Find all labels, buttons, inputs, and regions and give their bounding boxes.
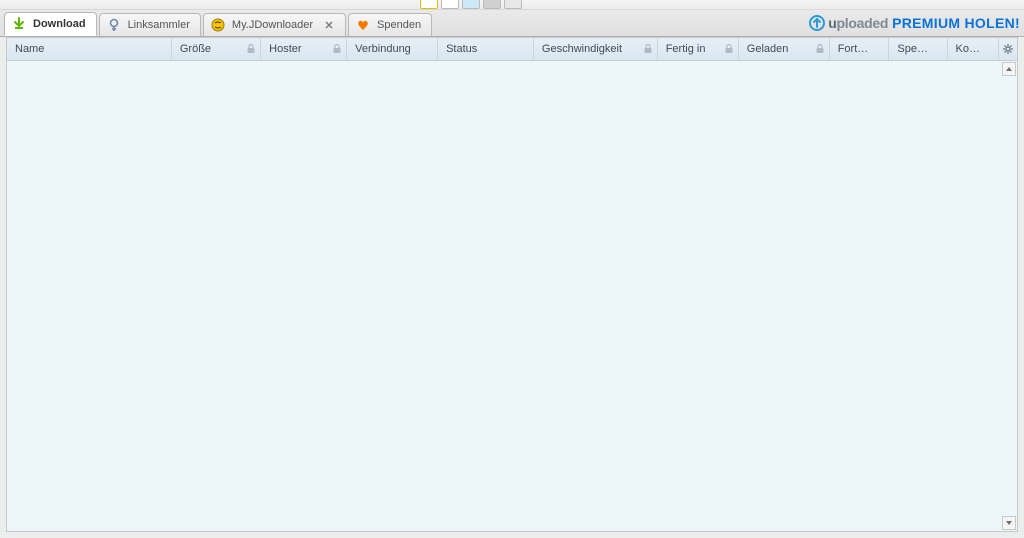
column-header-geschwindigkeit[interactable]: Geschwindigkeit — [534, 38, 658, 60]
column-header-fort[interactable]: Fort… — [830, 38, 890, 60]
lock-icon — [643, 44, 653, 54]
toolbar-fragment-button[interactable] — [420, 0, 438, 9]
column-header-status[interactable]: Status — [438, 38, 534, 60]
truncated-toolbar — [0, 0, 1024, 10]
toolbar-fragment-button[interactable] — [483, 0, 501, 9]
promo-banner[interactable]: uploaded PREMIUM HOLEN! — [808, 12, 1020, 34]
column-header-geladen[interactable]: Geladen — [739, 38, 830, 60]
collector-icon — [106, 17, 122, 33]
lock-icon — [724, 44, 734, 54]
tab-label: Spenden — [377, 19, 421, 31]
column-header-spe[interactable]: Spe… — [889, 38, 947, 60]
column-header-ko[interactable]: Ko… — [948, 38, 999, 60]
tab-spenden[interactable]: Spenden — [348, 13, 432, 36]
scroll-up-button[interactable] — [1002, 62, 1016, 76]
heart-icon — [355, 17, 371, 33]
promo-brand: uploaded — [828, 15, 888, 31]
tab-label: My.JDownloader — [232, 19, 313, 31]
download-panel: Name Größe Hoster Verbindung Status Gesc… — [6, 37, 1018, 532]
tab-download[interactable]: Download — [4, 12, 97, 36]
tab-linksammler[interactable]: Linksammler — [99, 13, 201, 36]
uploaded-logo-icon — [808, 14, 826, 32]
column-header-verbindung[interactable]: Verbindung — [347, 38, 438, 60]
column-header-name[interactable]: Name — [7, 38, 172, 60]
tab-label: Linksammler — [128, 19, 190, 31]
column-header-fertig[interactable]: Fertig in — [658, 38, 739, 60]
scroll-down-button[interactable] — [1002, 516, 1016, 530]
download-icon — [11, 16, 27, 32]
myjd-icon — [210, 17, 226, 33]
toolbar-fragment-button[interactable] — [504, 0, 522, 9]
lock-icon — [815, 44, 825, 54]
tab-label: Download — [33, 18, 86, 30]
tab-bar: Download Linksammler My.JDownloader — [0, 10, 1024, 37]
column-header-row: Name Größe Hoster Verbindung Status Gesc… — [7, 38, 1017, 61]
column-settings-button[interactable] — [998, 38, 1017, 60]
promo-cta: PREMIUM HOLEN! — [892, 15, 1020, 31]
column-header-groesse[interactable]: Größe — [172, 38, 261, 60]
download-list-body[interactable] — [7, 61, 1017, 531]
column-header-hoster[interactable]: Hoster — [261, 38, 347, 60]
gear-icon — [1003, 44, 1013, 54]
toolbar-fragment-button[interactable] — [441, 0, 459, 9]
tab-myjd[interactable]: My.JDownloader — [203, 13, 346, 36]
lock-icon — [246, 44, 256, 54]
close-icon[interactable] — [323, 19, 335, 31]
toolbar-fragment-button[interactable] — [462, 0, 480, 9]
lock-icon — [332, 44, 342, 54]
